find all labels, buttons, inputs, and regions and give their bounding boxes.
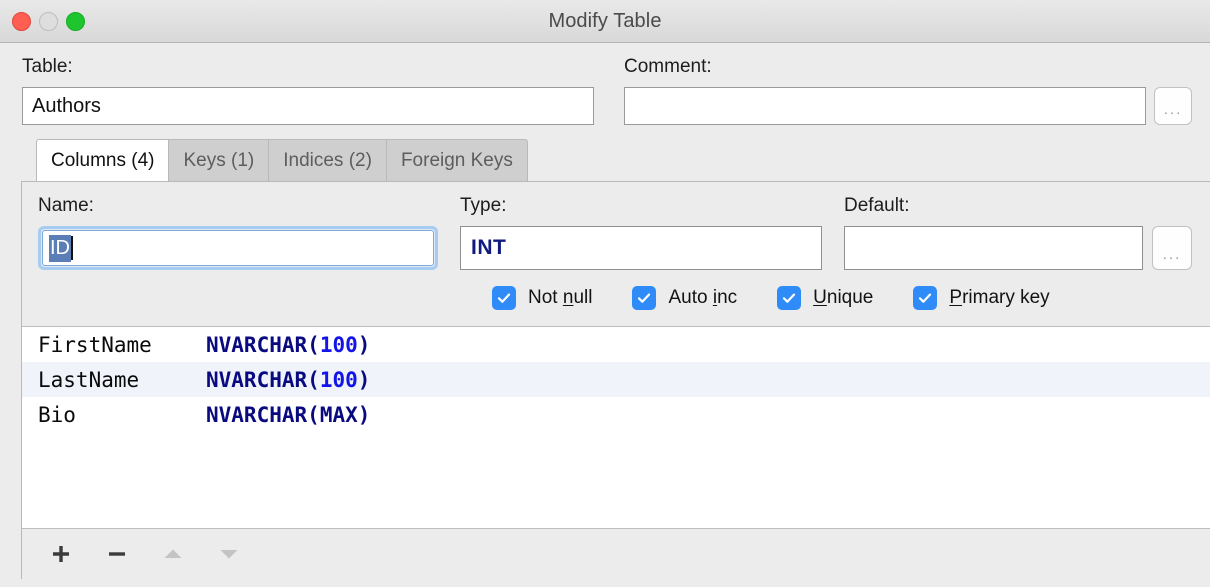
text-caret [71,236,73,260]
move-down-button[interactable] [214,539,244,569]
paren-close: ) [357,402,371,427]
comment-input[interactable] [624,87,1146,125]
checkbox-unique-label: Unique [813,287,874,308]
column-name-cell: LastName [38,367,140,392]
checkbox-not-null[interactable]: Not null [492,286,592,310]
checkbox-primary-key[interactable]: Primary key [913,286,1050,310]
checkbox-not-null-label: Not null [528,287,593,308]
paren-open: ( [307,367,320,392]
close-button[interactable] [12,11,31,31]
table-name-group: Table: Authors [22,57,594,125]
tab-indices[interactable]: Indices (2) [268,139,387,181]
modify-table-window: Modify Table Table: Authors Comment: ...… [0,0,1210,587]
column-name-value: ID [49,234,71,262]
checkmark-icon [913,286,938,310]
column-arg-cell: 100 [319,332,358,357]
paren-close: ) [357,332,371,357]
column-name-label: Name: [38,195,94,216]
comment-group: Comment: ... [624,57,1192,125]
window-title: Modify Table [548,9,662,32]
tab-columns[interactable]: Columns (4) [36,139,170,181]
column-name-cell: Bio [38,402,76,427]
add-column-button[interactable] [46,539,76,569]
column-default-input[interactable] [844,226,1143,270]
column-type-cell: NVARCHAR [206,367,308,392]
column-type-input[interactable]: INT [460,226,822,270]
column-arg-cell: 100 [319,367,358,392]
title-bar: Modify Table [0,0,1210,43]
comment-browse-button[interactable]: ... [1154,87,1192,125]
column-default-browse-button[interactable]: ... [1152,226,1192,270]
checkmark-icon [492,286,516,310]
table-name-label: Table: [22,56,73,77]
window-controls [12,0,85,42]
minimize-button[interactable] [39,11,58,31]
column-flags: Not null Auto inc Unique Primary key [22,270,1210,326]
column-editor: Name: ID Type: INT Default: ... [22,182,1210,270]
column-arg-cell: MAX [319,402,358,427]
tab-foreign-keys[interactable]: Foreign Keys [385,139,528,181]
column-type-cell: NVARCHAR [206,402,308,427]
zoom-button[interactable] [66,11,85,31]
paren-open: ( [307,332,320,357]
checkbox-primary-key-label: Primary key [949,287,1050,308]
paren-open: ( [307,402,320,427]
table-row[interactable]: FirstName NVARCHAR(100) [22,327,1210,362]
checkbox-auto-inc[interactable]: Auto inc [632,286,737,310]
column-name-group: Name: ID [38,196,438,270]
column-name-input[interactable]: ID [38,226,438,270]
table-row[interactable]: Bio NVARCHAR(MAX) [22,397,1210,432]
comment-label: Comment: [624,56,712,77]
tab-bar: Columns (4) Keys (1) Indices (2) Foreign… [36,139,1210,181]
checkbox-auto-inc-label: Auto inc [668,287,738,308]
move-up-button[interactable] [158,539,188,569]
table-properties-form: Table: Authors Comment: ... [0,43,1210,125]
paren-close: ) [357,367,371,392]
columns-panel: Name: ID Type: INT Default: ... Not null… [21,181,1210,579]
column-type-cell: NVARCHAR [206,332,308,357]
list-toolbar [22,528,1210,579]
column-type-group: Type: INT [460,196,822,270]
checkbox-unique[interactable]: Unique [777,286,873,310]
tab-keys[interactable]: Keys (1) [168,139,270,181]
window-bottom-strip [0,579,1210,587]
column-name-cell: FirstName [38,332,152,357]
column-default-group: Default: ... [844,196,1192,270]
table-row[interactable]: LastName NVARCHAR(100) [22,362,1210,397]
checkmark-icon [777,286,802,310]
column-type-label: Type: [460,195,507,216]
checkmark-icon [632,286,657,310]
columns-list[interactable]: FirstName NVARCHAR(100) LastName NVARCHAR(… [22,326,1210,528]
remove-column-button[interactable] [102,539,132,569]
table-name-input[interactable]: Authors [22,87,594,125]
column-default-label: Default: [844,195,910,216]
